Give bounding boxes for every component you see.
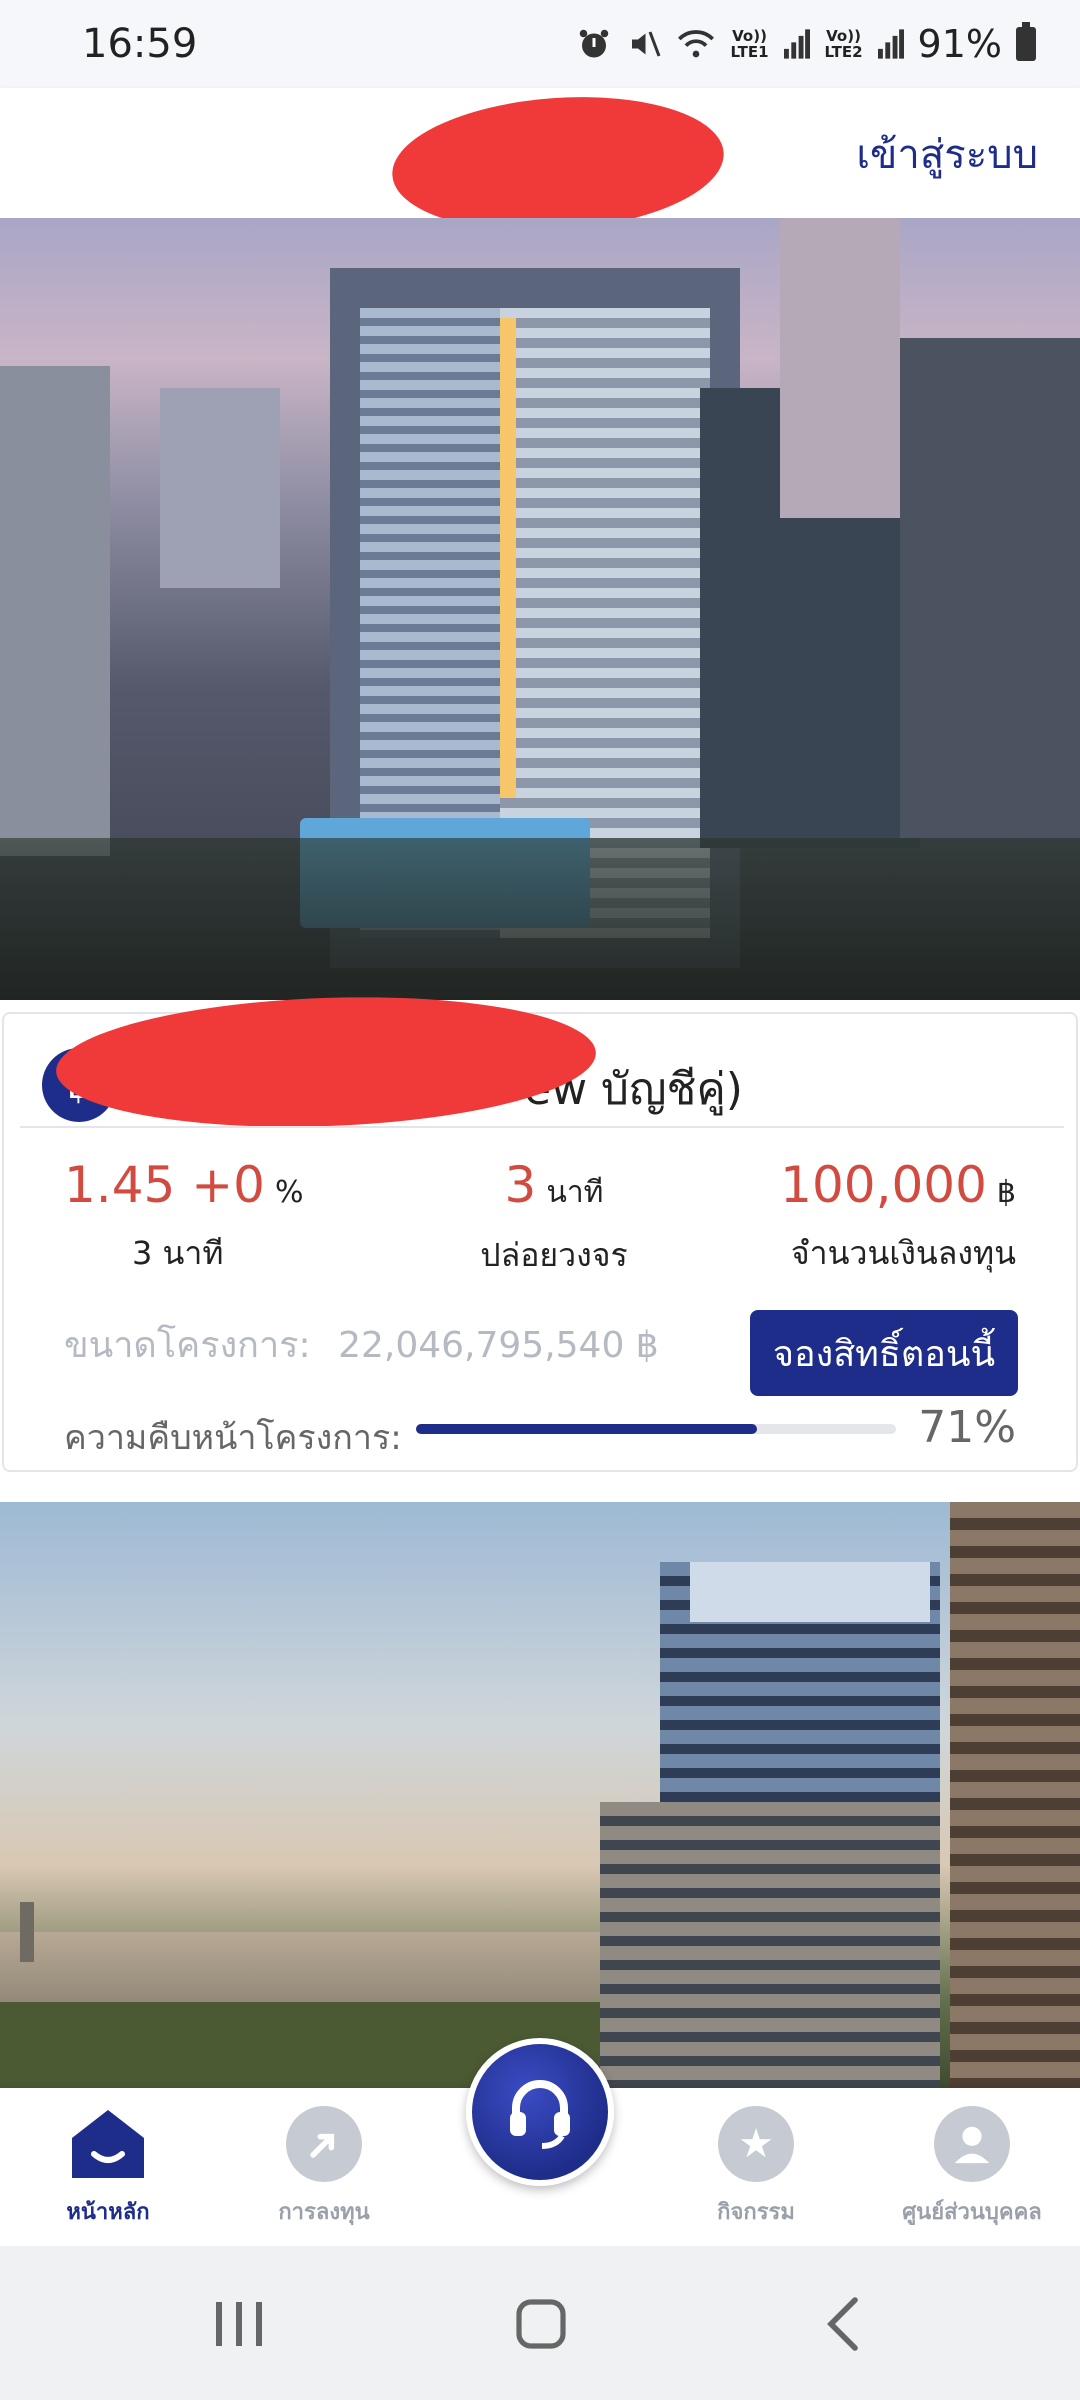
mute-icon (631, 31, 660, 57)
cycle-unit: นาที (546, 1175, 604, 1210)
project-size: ขนาดโครงการ: 22,046,795,540 ฿ (64, 1316, 659, 1373)
stat-amount: 100,000 ฿ จำนวนเงินลงทุน (780, 1156, 1016, 1279)
nav-invest-label: การลงทุน (278, 2200, 370, 2225)
app-header: เข้าสู่ระบบ (0, 86, 1080, 242)
back-icon[interactable] (818, 2294, 868, 2354)
project-image-hotel[interactable] (0, 218, 1080, 1000)
battery-icon (1016, 22, 1036, 61)
wifi-icon (677, 30, 714, 58)
system-nav-bar (0, 2246, 1080, 2400)
size-value: 22,046,795,540 ฿ (338, 1325, 659, 1366)
nav-invest[interactable]: การลงทุน (224, 2106, 424, 2229)
star-icon: ★ (718, 2106, 794, 2182)
cycle-label: ปล่อยวงจร (480, 1236, 628, 1274)
nav-home-label: หน้าหลัก (66, 2200, 150, 2225)
lte1-label: Vo)) LTE1 (730, 27, 769, 61)
status-icons: Vo)) LTE1 Vo)) LTE2 91% (576, 22, 1036, 66)
size-label: ขนาดโครงการ: (64, 1325, 311, 1366)
project-card[interactable]: ฿ ew บัญชีคู่) 1.45 +0% 3 นาที 3นาที ปล่… (2, 988, 1078, 1472)
nav-activities[interactable]: ★ กิจกรรม (656, 2106, 856, 2229)
stat-cycle: 3 นาที ปล่อยวงจร (444, 1156, 664, 1281)
recent-apps-icon[interactable] (212, 2294, 268, 2354)
rate-label: 3 นาที (132, 1234, 224, 1272)
amount-unit: ฿ (996, 1175, 1016, 1210)
amount-value: 100,000 (780, 1156, 987, 1214)
status-time: 16:59 (82, 21, 198, 67)
stat-rate: 1.45 +0% 3 นาที (64, 1156, 303, 1279)
profile-icon (934, 2106, 1010, 2182)
redaction-mark (53, 988, 599, 1136)
headset-icon (510, 2080, 570, 2149)
signal-icon (783, 29, 810, 59)
app-screen: 16:59 Vo)) LTE1 Vo)) LTE2 91% เข้าสู่ระบ… (0, 0, 1080, 2400)
amount-label: จำนวนเงินลงทุน (790, 1234, 1016, 1272)
invest-icon (286, 2106, 362, 2182)
progress-label: ความคืบหน้าโครงการ: (64, 1418, 402, 1458)
nav-profile[interactable]: ศูนย์ส่วนบุคคล (872, 2106, 1072, 2229)
project-image-tower[interactable] (0, 1502, 1080, 2088)
home-icon (72, 2110, 144, 2178)
status-bar: 16:59 Vo)) LTE1 Vo)) LTE2 91% (0, 0, 1080, 88)
progress-bar (416, 1424, 896, 1434)
lte2-label: Vo)) LTE2 (824, 27, 863, 61)
progress-percent: 71% (918, 1402, 1016, 1453)
alarm-icon (579, 29, 608, 58)
nav-home[interactable]: หน้าหลัก (8, 2106, 208, 2229)
reserve-now-button[interactable]: จองสิทธิ์ตอนนี้ (750, 1310, 1018, 1396)
progress-fill (416, 1424, 757, 1434)
login-link[interactable]: เข้าสู่ระบบ (856, 122, 1038, 186)
rate-value: 1.45 +0 (64, 1156, 265, 1214)
signal-icon (877, 29, 904, 59)
nav-activities-label: กิจกรรม (717, 2200, 795, 2225)
battery-percent: 91% (917, 22, 1002, 66)
home-button-icon[interactable] (512, 2294, 570, 2354)
rate-unit: % (274, 1175, 304, 1210)
customer-support-button[interactable] (466, 2038, 614, 2186)
card-divider (20, 1126, 1064, 1128)
nav-profile-label: ศูนย์ส่วนบุคคล (902, 2200, 1042, 2225)
cycle-value: 3 (504, 1156, 537, 1214)
